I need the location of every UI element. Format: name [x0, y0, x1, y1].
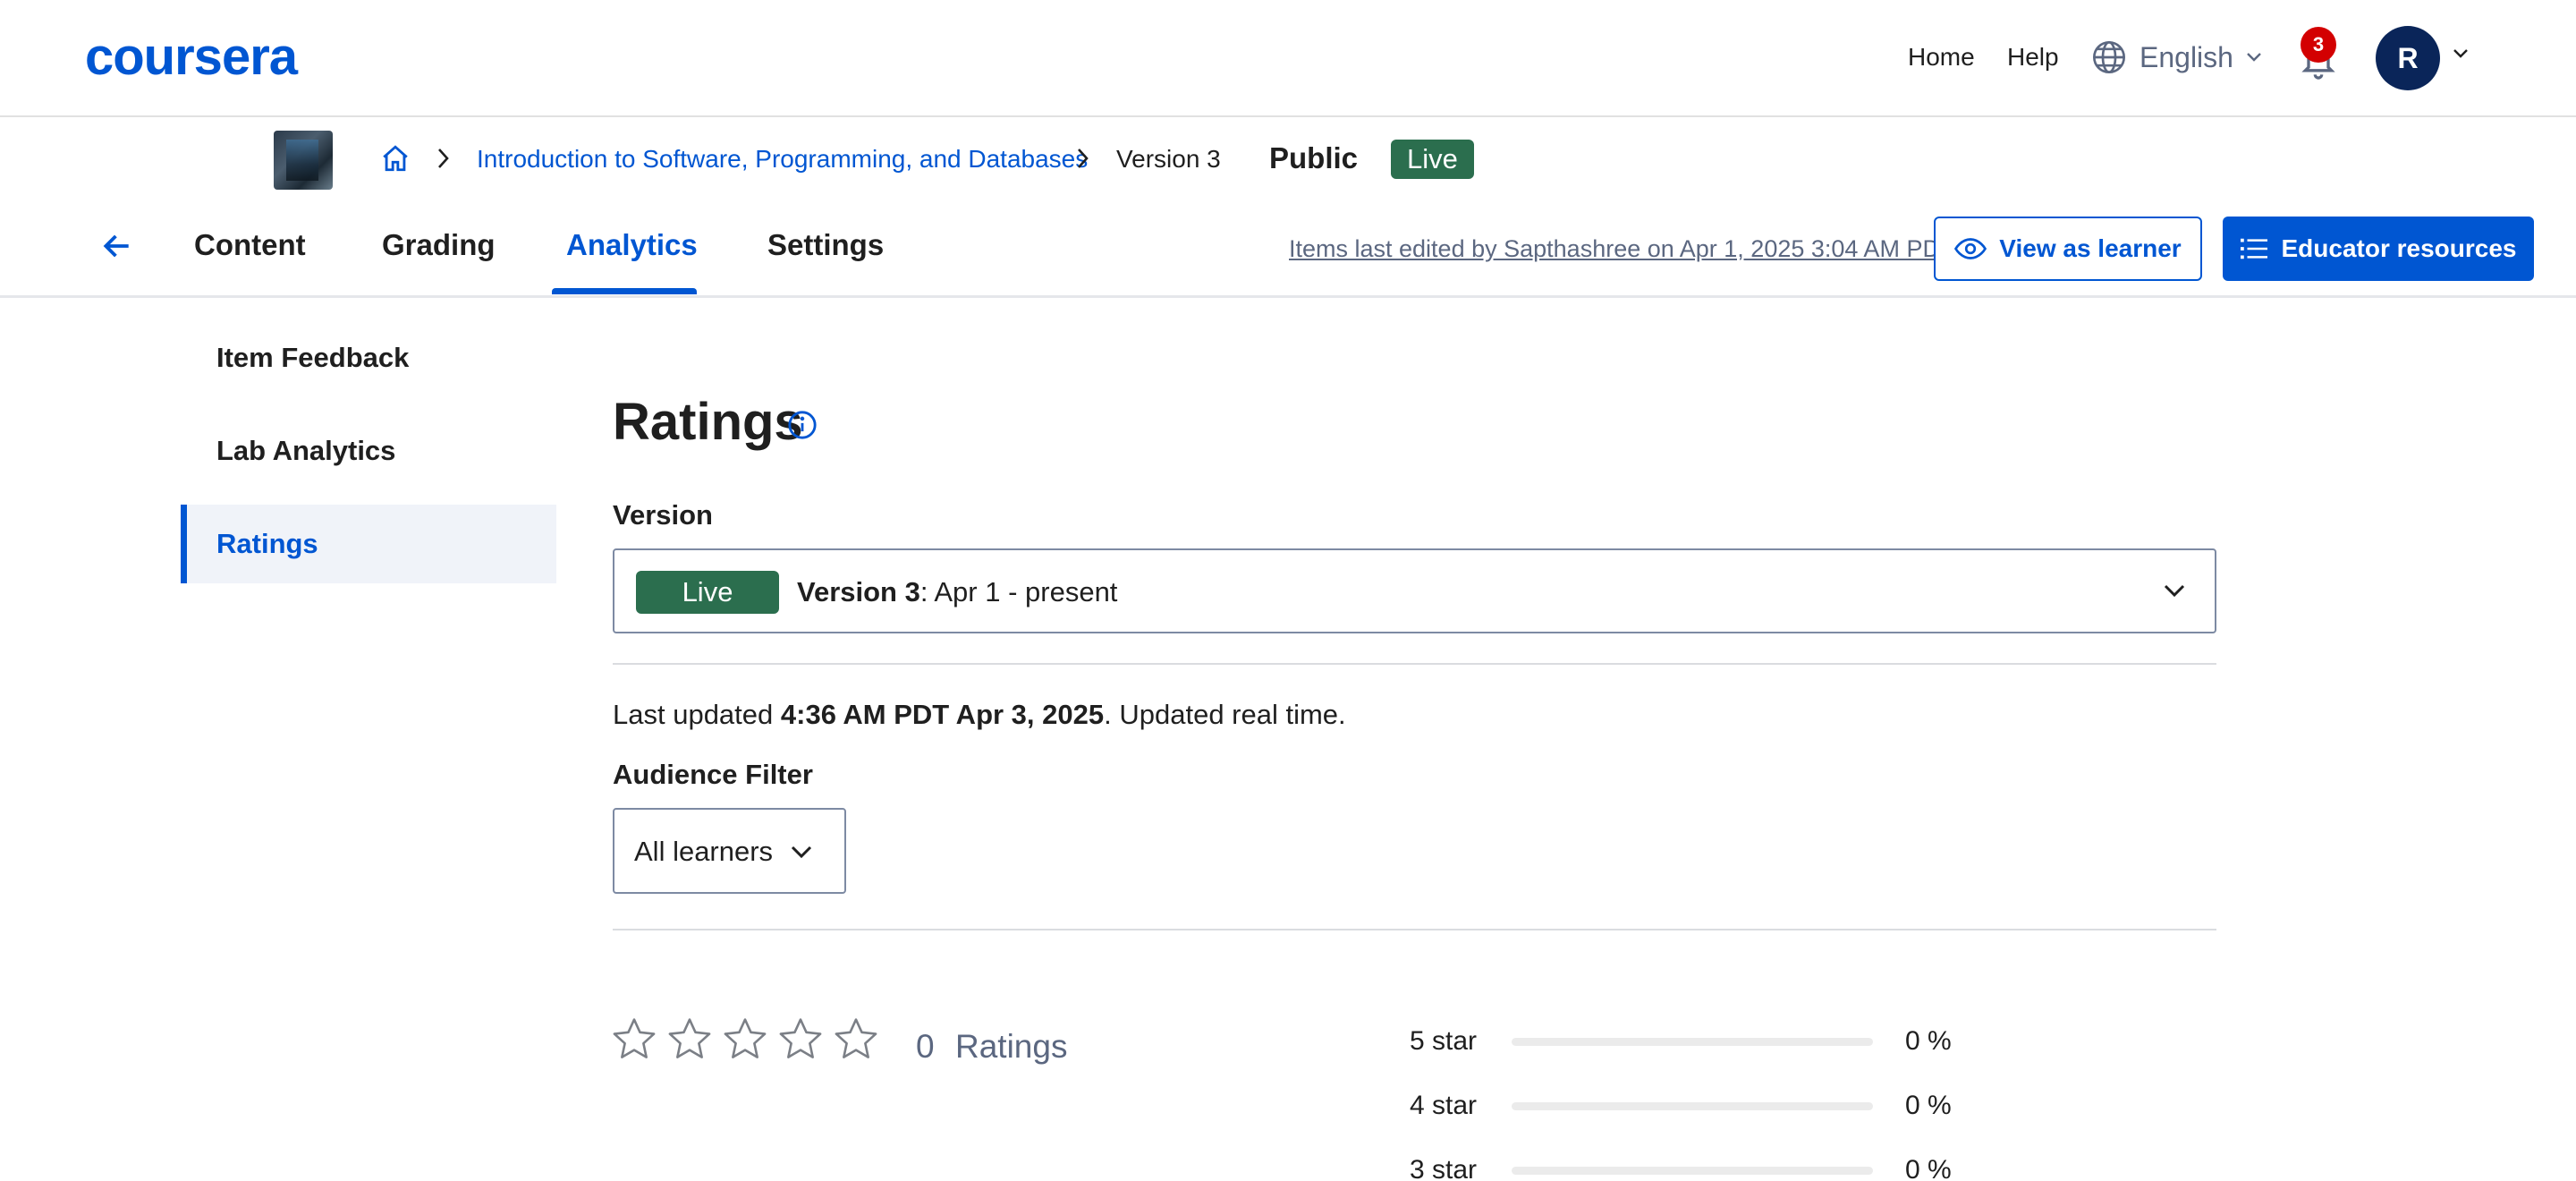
chevron-right-icon — [1078, 149, 1089, 168]
sidebar-item-lab-analytics[interactable]: Lab Analytics — [181, 412, 556, 490]
average-rating-stars — [611, 1016, 888, 1061]
home-icon[interactable] — [380, 143, 411, 174]
section-divider — [613, 929, 2216, 930]
rating-distribution-row: 3 star 0 % — [1410, 1152, 1964, 1181]
educator-resources-button[interactable]: Educator resources — [2223, 217, 2534, 281]
rating-distribution-bar — [1512, 1102, 1873, 1110]
sidebar-item-ratings[interactable]: Ratings — [181, 505, 556, 583]
rating-distribution-label: 4 star — [1410, 1091, 1478, 1120]
course-thumbnail — [274, 131, 333, 190]
rating-distribution-bar — [1512, 1038, 1873, 1046]
star-outline-icon — [779, 1018, 822, 1058]
audience-filter-value: All learners — [634, 836, 774, 867]
rating-distribution-row: 4 star 0 % — [1410, 1088, 1964, 1124]
view-as-learner-button[interactable]: View as learner — [1934, 217, 2202, 281]
info-icon[interactable] — [787, 410, 818, 440]
page-title: Ratings — [613, 393, 803, 451]
language-selector[interactable]: English — [2091, 36, 2275, 79]
language-label: English — [2140, 40, 2233, 73]
home-link[interactable]: Home — [1908, 41, 1975, 73]
last-updated-text: Last updated 4:36 AM PDT Apr 3, 2025. Up… — [613, 696, 1346, 734]
eye-icon — [1954, 238, 1987, 259]
selected-version-range: : Apr 1 - present — [919, 576, 1118, 607]
selected-version-text: Version 3: Apr 1 - present — [797, 573, 1117, 612]
help-link[interactable]: Help — [2007, 41, 2059, 73]
chevron-down-icon — [791, 845, 812, 859]
sidebar-item-item-feedback[interactable]: Item Feedback — [181, 319, 556, 397]
selected-version-name: Version 3 — [797, 576, 920, 607]
sidebar-item-label: Ratings — [216, 528, 318, 559]
last-updated-prefix: Last updated — [613, 699, 781, 730]
rating-distribution-label: 3 star — [1410, 1155, 1478, 1181]
version-dropdown[interactable]: Live Version 3: Apr 1 - present — [613, 548, 2216, 633]
coursera-logo[interactable]: coursera — [85, 30, 298, 84]
tabs-divider — [0, 295, 2576, 298]
status-badge: Live — [1391, 140, 1474, 179]
status-badge: Live — [636, 571, 779, 614]
rating-distribution-percent: 0 % — [1905, 1091, 1952, 1120]
view-as-learner-label: View as learner — [1999, 234, 2182, 262]
breadcrumb-course-link[interactable]: Introduction to Software, Programming, a… — [477, 143, 1088, 175]
rating-distribution-label: 5 star — [1410, 1026, 1478, 1056]
star-outline-icon — [835, 1018, 877, 1058]
chevron-right-icon — [438, 149, 449, 168]
tab-settings[interactable]: Settings — [767, 225, 884, 265]
tab-grading[interactable]: Grading — [382, 225, 496, 265]
notification-count-badge: 3 — [2301, 27, 2336, 63]
sidebar-item-label: Lab Analytics — [216, 435, 396, 466]
audience-filter-dropdown[interactable]: All learners — [613, 808, 846, 894]
globe-icon — [2093, 41, 2125, 73]
tab-content[interactable]: Content — [194, 225, 306, 265]
ratings-count: 0 — [916, 1028, 935, 1065]
list-icon — [2240, 238, 2267, 259]
section-divider — [613, 663, 2216, 665]
chevron-down-icon — [2164, 584, 2185, 598]
breadcrumb-version: Version 3 — [1116, 145, 1221, 173]
chevron-down-icon[interactable] — [2453, 48, 2469, 59]
star-outline-icon — [613, 1018, 656, 1058]
audience-filter-label: Audience Filter — [613, 759, 813, 790]
active-tab-indicator — [552, 288, 697, 294]
last-edited-link[interactable]: Items last edited by Sapthashree on Apr … — [1289, 233, 1954, 265]
visibility-label: Public — [1269, 141, 1359, 174]
rating-distribution-row: 5 star 0 % — [1410, 1024, 1964, 1059]
chevron-down-icon — [2247, 53, 2261, 62]
star-outline-icon — [668, 1018, 711, 1058]
rating-distribution-bar — [1512, 1167, 1873, 1175]
rating-distribution-percent: 0 % — [1905, 1026, 1952, 1056]
back-arrow-icon[interactable] — [100, 229, 134, 263]
tab-analytics[interactable]: Analytics — [566, 225, 698, 265]
avatar[interactable]: R — [2376, 26, 2440, 90]
sidebar-item-label: Item Feedback — [216, 342, 410, 373]
educator-resources-label: Educator resources — [2281, 234, 2517, 262]
ratings-count-label: Ratings — [955, 1028, 1068, 1065]
star-outline-icon — [724, 1018, 767, 1058]
version-label: Version — [613, 499, 713, 531]
top-navigation-bar: coursera Home Help English 3 R — [0, 0, 2576, 117]
last-updated-suffix: . Updated real time. — [1104, 699, 1346, 730]
rating-distribution-percent: 0 % — [1905, 1155, 1952, 1181]
last-updated-time: 4:36 AM PDT Apr 3, 2025 — [780, 699, 1105, 730]
